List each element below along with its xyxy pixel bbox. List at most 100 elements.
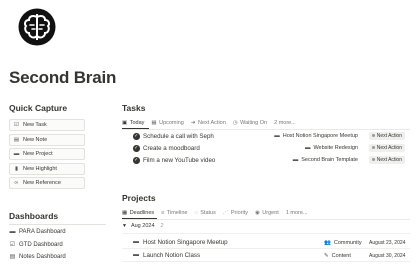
new-highlight-button[interactable]: ▮ New Highlight [9, 162, 85, 175]
folder-icon: ▬ [274, 133, 280, 139]
tab-label: Status [200, 209, 216, 216]
task-project: ▬ Second Brain Template [293, 157, 358, 163]
tab-label: Deadlines [129, 209, 155, 216]
quick-capture-heading: Quick Capture [9, 103, 68, 113]
dashboard-label: GTD Dashboard [19, 241, 63, 248]
tab-label: Priority [230, 209, 248, 216]
folder-icon: ▬ [304, 145, 311, 151]
area-label: Community [333, 239, 362, 246]
status-badge: Next Action [368, 132, 405, 140]
more-label: 2 more... [274, 119, 296, 126]
priority-icon: ⋰ [222, 209, 229, 216]
tab-urgent[interactable]: ◉ Urgent [255, 210, 279, 216]
button-label: New Task [23, 122, 47, 128]
tab-next-action[interactable]: ➜ Next Action [191, 120, 226, 126]
link-icon: ∞ [14, 180, 19, 186]
check-icon: ☑ [9, 242, 16, 248]
check-icon[interactable]: ✓ [133, 157, 140, 164]
dashboard-link-para[interactable]: ▬ PARA Dashboard [9, 229, 66, 235]
button-label: New Reference [23, 180, 61, 186]
task-title: Create a moodboard [143, 145, 200, 152]
status-label: Next Action [376, 145, 402, 151]
divider [9, 224, 106, 225]
tab-waiting-on[interactable]: ◷ Waiting On [233, 120, 267, 126]
project-row[interactable]: ▬ Launch Notion Class ✎ Content August 30… [133, 250, 408, 261]
people-icon: 👥 [324, 239, 331, 246]
tab-today[interactable]: ▣ Today [122, 120, 144, 126]
folder-icon: ▬ [133, 252, 139, 258]
more-label: 1 more... [285, 209, 308, 216]
new-task-button[interactable]: ☑ New Task [9, 119, 85, 131]
tab-upcoming[interactable]: ▦ Upcoming [151, 120, 183, 126]
edit-icon: ✎ [324, 252, 329, 259]
tab-timeline[interactable]: ≡ Timeline [161, 210, 187, 216]
dashboard-link-gtd[interactable]: ☑ GTD Dashboard [9, 241, 63, 249]
more-views-button[interactable]: 1 more... [286, 210, 308, 216]
tab-label: Today [129, 119, 145, 126]
page-title: Second Brain [9, 68, 117, 87]
area-label: Content [331, 252, 351, 259]
tab-label: Upcoming [159, 119, 184, 126]
tab-label: Timeline [166, 209, 188, 216]
task-row[interactable]: ✓ Film a new YouTube video ▬ Second Brain… [133, 155, 408, 166]
tab-label: Waiting On [240, 119, 268, 126]
tab-label: Urgent [262, 209, 279, 216]
projects-heading: Projects [122, 193, 156, 203]
button-label: New Note [23, 136, 48, 143]
check-icon[interactable]: ✓ [133, 133, 140, 140]
project-label: Host Notion Singapore Meetup [282, 133, 358, 139]
new-project-button[interactable]: ▬ New Project [9, 148, 85, 160]
divider [122, 233, 410, 234]
brain-icon[interactable] [17, 7, 57, 47]
task-project: ▬ Website Redesign [305, 145, 358, 151]
group-header[interactable]: ▼ Aug 2024 2 [122, 223, 164, 229]
task-row[interactable]: ✓ Create a moodboard ▬ Website Redesign N… [133, 143, 408, 154]
project-label: Website Redesign [313, 145, 358, 151]
task-icon: ☑ [14, 122, 19, 128]
divider [122, 219, 410, 220]
task-title: Film a new YouTube video [143, 157, 216, 164]
tab-priority[interactable]: ⋰ Priority [223, 210, 248, 216]
task-row[interactable]: ✓ Schedule a call with Seph ▬ Host Notion… [133, 131, 408, 142]
calendar-icon: ▣ [122, 119, 128, 126]
tasks-heading: Tasks [122, 103, 146, 113]
tab-deadlines[interactable]: ▦ Deadlines [122, 210, 154, 216]
chevron-down-icon[interactable]: ▼ [122, 223, 127, 229]
timeline-icon: ≡ [161, 209, 165, 216]
dashboard-link-notes[interactable]: ▤ Notes Dashboard [9, 253, 66, 261]
project-area: 👥 Community [324, 240, 362, 246]
task-project: ▬ Host Notion Singapore Meetup [274, 133, 358, 139]
urgent-icon: ◉ [254, 209, 260, 216]
folder-icon: ▬ [9, 229, 16, 235]
note-icon: ▤ [13, 136, 20, 143]
project-deadline: August 23, 2024 [369, 239, 406, 246]
new-reference-button[interactable]: ∞ New Reference [9, 177, 85, 189]
divider [122, 248, 410, 249]
folder-icon: ▬ [133, 239, 139, 245]
tab-status[interactable]: ◌ Status [194, 210, 215, 216]
clock-icon: ◷ [232, 119, 238, 126]
check-icon[interactable]: ✓ [133, 145, 140, 152]
bookmark-icon: ▮ [14, 165, 19, 172]
more-views-button[interactable]: 2 more... [274, 120, 296, 126]
note-icon: ▤ [9, 254, 16, 260]
status-icon: ◌ [194, 209, 198, 216]
new-note-button[interactable]: ▤ New Note [9, 133, 85, 146]
button-label: New Project [23, 151, 53, 157]
status-label: Next Action [376, 133, 402, 139]
project-label: Second Brain Template [301, 157, 358, 163]
project-area: ✎ Content [324, 253, 351, 259]
folder-icon: ▬ [13, 151, 20, 157]
projects-view-tabs: ▦ Deadlines ≡ Timeline ◌ Status ⋰ Priority ◉… [122, 207, 315, 218]
status-label: Next Action [376, 157, 402, 163]
quick-capture-list: ☑ New Task ▤ New Note ▬ New Project ▮ New Hi… [9, 119, 85, 192]
arrow-icon: ➜ [190, 119, 196, 126]
project-row[interactable]: ▬ Host Notion Singapore Meetup 👥 Communit… [133, 237, 408, 248]
dashboards-heading: Dashboards [9, 211, 59, 221]
group-count: 2 [160, 223, 164, 229]
task-title: Schedule a call with Seph [143, 133, 214, 140]
calendar-icon: ▦ [151, 119, 157, 126]
button-label: New Highlight [23, 165, 57, 172]
folder-icon: ▬ [292, 157, 299, 163]
divider [122, 261, 410, 262]
